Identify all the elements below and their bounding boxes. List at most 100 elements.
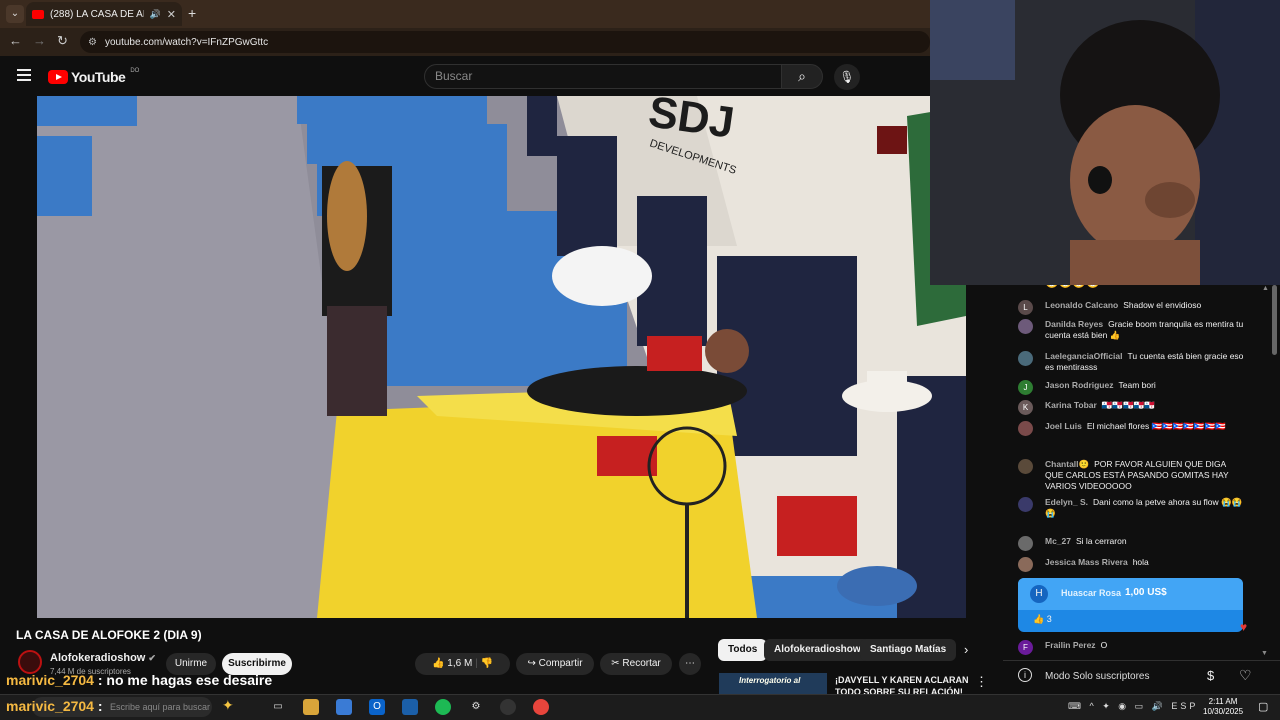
chat-author[interactable]: Karina Tobar xyxy=(1045,400,1097,410)
obs-icon[interactable] xyxy=(500,699,516,715)
microphone-icon[interactable]: 🎙 xyxy=(834,64,860,90)
chrome-icon[interactable] xyxy=(533,699,549,715)
video-player[interactable]: SDJ DEVELOPMENTS xyxy=(37,96,966,618)
webcam-frame xyxy=(930,0,1280,285)
language-indicator: ESP xyxy=(1171,701,1199,711)
chat-author[interactable]: Jessica Mass Rivera xyxy=(1045,557,1128,567)
youtube-play-icon xyxy=(48,70,68,84)
back-icon[interactable]: ← xyxy=(9,33,22,48)
scroll-up-icon[interactable]: ▲ xyxy=(1262,285,1269,292)
channel-name-text: Alofokeradioshow xyxy=(50,652,146,664)
chat-avatar[interactable] xyxy=(1018,536,1033,551)
thumbs-down-icon[interactable]: 👎 xyxy=(480,658,492,669)
superchat-name: Huascar Rosa xyxy=(1061,588,1122,598)
chip-santiago[interactable]: Santiago Matías xyxy=(860,639,957,661)
clip-label: Recortar xyxy=(622,658,661,669)
tab-search-button[interactable]: ⌄ xyxy=(6,5,24,23)
video-frame: SDJ DEVELOPMENTS xyxy=(37,96,966,618)
thumbs-up-icon[interactable]: 👍 xyxy=(432,658,444,669)
scroll-down-icon[interactable]: ▼ xyxy=(1261,650,1268,657)
chat-avatar[interactable]: J xyxy=(1018,380,1033,395)
outlook-icon[interactable]: O xyxy=(369,699,385,715)
like-dislike-group[interactable]: 👍 1,6 M | 👎 xyxy=(415,653,510,675)
chat-message: Chantall🙂 POR FAVOR ALGUIEN QUE DIGA QUE … xyxy=(1018,459,1246,492)
heart-reaction-icon: ♥ xyxy=(1240,620,1248,634)
chat-author[interactable]: Mc_27 xyxy=(1045,536,1071,546)
share-button[interactable]: ↪ Compartir xyxy=(516,653,594,675)
search-input[interactable]: Buscar xyxy=(424,64,782,89)
channel-avatar[interactable] xyxy=(18,650,42,674)
chevron-right-icon[interactable]: › xyxy=(964,642,968,657)
chip-channel[interactable]: Alofokeradioshow xyxy=(764,639,871,661)
clock[interactable]: 2:11 AM 10/30/2025 xyxy=(1203,697,1243,717)
spotify-icon[interactable] xyxy=(435,699,451,715)
chat-avatar[interactable] xyxy=(1018,497,1033,512)
youtube-logo[interactable]: YouTube DO xyxy=(48,68,140,85)
superchat-like[interactable]: 👍 3 xyxy=(1033,614,1052,625)
close-tab-icon[interactable]: ✕ xyxy=(167,8,176,21)
chat-author[interactable]: Edelyn_ S. xyxy=(1045,497,1088,507)
search-icon[interactable]: ⌕ xyxy=(781,64,823,89)
task-view-icon[interactable]: ▭ xyxy=(270,699,286,715)
file-explorer-icon[interactable] xyxy=(303,699,319,715)
verified-icon: ✔ xyxy=(148,653,156,663)
info-icon[interactable]: i xyxy=(1018,668,1032,682)
chat-avatar[interactable]: F xyxy=(1018,640,1033,655)
overlay-chat-line: marivic_2704 : no me hagas ese desaire xyxy=(6,672,272,688)
chat-author[interactable]: Leonaldo Calcano xyxy=(1045,300,1118,310)
chat-avatar[interactable] xyxy=(1018,421,1033,436)
notifications-icon[interactable]: ▢ xyxy=(1258,700,1268,713)
chat-message: Mc_27 Si la cerraron xyxy=(1018,536,1246,551)
chat-message: L Leonaldo Calcano Shadow el envidioso xyxy=(1018,300,1246,315)
more-actions-icon[interactable]: ⋯ xyxy=(679,653,701,675)
chat-message: K Karina Tobar 🇵🇦🇵🇦🇵🇦🇵🇦🇵🇦 xyxy=(1018,400,1246,415)
clock-date: 10/30/2025 xyxy=(1203,707,1244,716)
tray-icons: ⌨ ^ ✦ ◉ ▭ 🔊 xyxy=(1068,701,1172,711)
chat-message: F Frailin Perez O xyxy=(1018,640,1246,655)
chat-author[interactable]: Chantall🙂 xyxy=(1045,459,1089,469)
chat-author[interactable]: Jason Rodriguez xyxy=(1045,380,1113,390)
chat-author[interactable]: LaeleganciaOfficial xyxy=(1045,351,1122,361)
site-settings-icon[interactable]: ⚙ xyxy=(88,37,97,48)
store-icon[interactable] xyxy=(336,699,352,715)
chat-avatar[interactable] xyxy=(1018,557,1033,572)
system-tray[interactable]: ⌨ ^ ✦ ◉ ▭ 🔊 ESP xyxy=(1068,701,1198,712)
chat-text: 🇵🇦🇵🇦🇵🇦🇵🇦🇵🇦 xyxy=(1101,400,1155,410)
webcam-overlay xyxy=(930,0,1280,285)
video-title: LA CASA DE ALOFOKE 2 (DIA 9) xyxy=(16,628,202,642)
chat-scrollbar[interactable] xyxy=(1272,285,1277,355)
chat-avatar[interactable]: K xyxy=(1018,400,1033,415)
channel-name[interactable]: Alofokeradioshow ✔ xyxy=(50,652,156,664)
browser-tab[interactable]: (288) LA CASA DE ALOFOKE 2 (DIA 9) - You… xyxy=(26,2,182,26)
country-code: DO xyxy=(130,68,140,74)
forward-icon[interactable]: → xyxy=(33,33,46,48)
chat-text: hola xyxy=(1132,557,1149,567)
logo-text: YouTube xyxy=(71,69,126,85)
chat-author[interactable]: Joel Luis xyxy=(1045,421,1082,431)
chat-author[interactable]: Frailin Perez xyxy=(1045,640,1096,650)
chat-avatar[interactable] xyxy=(1018,319,1033,334)
chat-avatar[interactable] xyxy=(1018,459,1033,474)
chat-avatar[interactable]: L xyxy=(1018,300,1033,315)
chat-message: Edelyn_ S. Dani como la petve ahora su fl… xyxy=(1018,497,1246,519)
reload-icon[interactable]: ↻ xyxy=(57,33,68,49)
chat-author[interactable]: Danilda Reyes xyxy=(1045,319,1103,329)
address-bar[interactable]: ⚙ youtube.com/watch?v=IFnZPGwGttc xyxy=(80,31,930,53)
tab-title: (288) LA CASA DE ALOFOKE 2 (DIA 9) - You… xyxy=(50,8,144,20)
kebab-menu-icon[interactable]: ⋮ xyxy=(975,674,988,690)
new-tab-button[interactable]: + xyxy=(188,5,196,21)
audio-icon[interactable]: 🔊 xyxy=(150,9,161,20)
chip-all[interactable]: Todos xyxy=(718,639,768,661)
superchat-avatar: H xyxy=(1030,585,1048,603)
recommended-thumbnail[interactable]: Interrogatorio al xyxy=(719,673,827,695)
heart-icon[interactable]: ♡ xyxy=(1239,667,1252,684)
menu-icon[interactable] xyxy=(17,69,31,84)
steam-icon[interactable]: ⚙ xyxy=(468,699,484,715)
youtube-favicon-icon xyxy=(32,9,44,19)
clip-button[interactable]: ✂ Recortar xyxy=(600,653,672,675)
chat-message: LaeleganciaOfficial Tu cuenta está bien g… xyxy=(1018,351,1246,373)
overlay-chat-line: marivic_2704 : xyxy=(6,698,103,714)
chat-avatar[interactable] xyxy=(1018,351,1033,366)
app-icon[interactable] xyxy=(402,699,418,715)
super-chat-icon[interactable]: $ xyxy=(1207,668,1214,683)
